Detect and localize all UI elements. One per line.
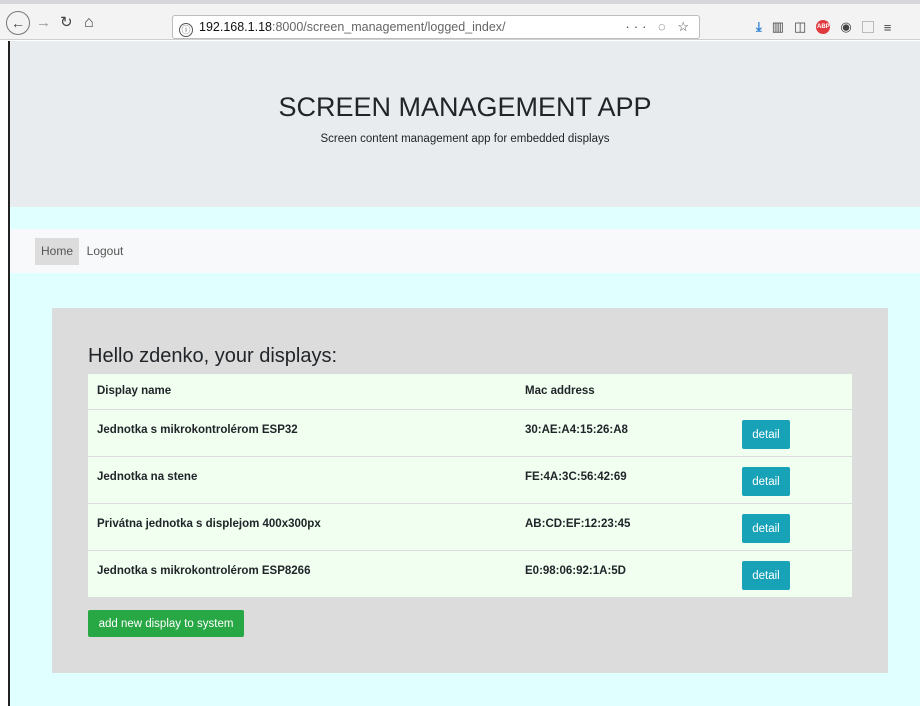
table-header-row: Display name Mac address [88,374,852,409]
mac-address-cell: E0:98:06:92:1A:5D [525,565,626,577]
url-path: :8000/screen_management/logged_index/ [272,20,506,34]
account-icon[interactable]: ◉ [840,19,851,35]
page-actions-icon[interactable]: ··· ◌ ☆ [625,16,693,38]
download-icon[interactable]: ⤓ [756,19,762,35]
url-host: 192.168.1.18 [199,20,272,34]
displays-table: Display name Mac address Jednotka s mikr… [88,374,852,597]
site-header: SCREEN MANAGEMENT APP Screen content man… [10,41,920,207]
detail-button[interactable]: detail [742,514,790,543]
sidebar-icon[interactable]: ◫ [794,19,806,35]
library-icon[interactable]: ▥ [772,19,784,35]
table-row: Jednotka s mikrokontrolérom ESP32 30:AE:… [88,409,852,456]
display-name-cell: Jednotka s mikrokontrolérom ESP8266 [97,565,311,577]
table-row: Jednotka s mikrokontrolérom ESP8266 E0:9… [88,550,852,597]
tabstrip-edge [0,0,920,4]
site-subtitle: Screen content management app for embedd… [320,133,610,145]
home-icon[interactable]: ⌂ [84,14,94,32]
menu-icon[interactable]: ≡ [884,20,892,35]
url-bar[interactable]: ⓘ 192.168.1.18:8000/screen_management/log… [172,15,700,39]
nav-logout-link[interactable]: Logout [81,238,129,265]
table-row: Jednotka na stene FE:4A:3C:56:42:69 deta… [88,456,852,503]
detail-button[interactable]: detail [742,467,790,496]
column-header-mac-address: Mac address [525,385,595,397]
navbar: Home Logout [10,229,920,273]
display-name-cell: Jednotka s mikrokontrolérom ESP32 [97,424,298,436]
toolbar-right: ⤓ ▥ ◫ ABP ◉ ≡ [756,18,891,36]
back-arrow-icon[interactable]: ← [6,11,30,35]
detail-button[interactable]: detail [742,561,790,590]
add-display-button[interactable]: add new display to system [88,610,244,637]
reload-icon[interactable]: ↻ [60,14,73,32]
displays-heading: Hello zdenko, your displays: [88,345,338,367]
mac-address-cell: AB:CD:EF:12:23:45 [525,518,631,530]
column-header-display-name: Display name [97,385,172,397]
display-name-cell: Privátna jednotka s displejom 400x300px [97,518,321,530]
display-name-cell: Jednotka na stene [97,471,198,483]
nav-home-link[interactable]: Home [35,238,79,265]
browser-toolbar: ← → ↻ ⌂ ⓘ 192.168.1.18:8000/screen_manage… [0,0,920,40]
site-title: SCREEN MANAGEMENT APP [278,92,652,122]
mac-address-cell: FE:4A:3C:56:42:69 [525,471,627,483]
forward-arrow-icon[interactable]: → [36,14,51,32]
extension-icon[interactable] [861,21,874,33]
detail-button[interactable]: detail [742,420,790,449]
table-row: Privátna jednotka s displejom 400x300px … [88,503,852,550]
displays-card: Hello zdenko, your displays: Display nam… [52,308,888,673]
mac-address-cell: 30:AE:A4:15:26:A8 [525,424,628,436]
site-info-icon[interactable]: ⓘ [179,23,193,37]
page: SCREEN MANAGEMENT APP Screen content man… [8,41,920,706]
adblock-icon[interactable]: ABP [816,20,831,34]
